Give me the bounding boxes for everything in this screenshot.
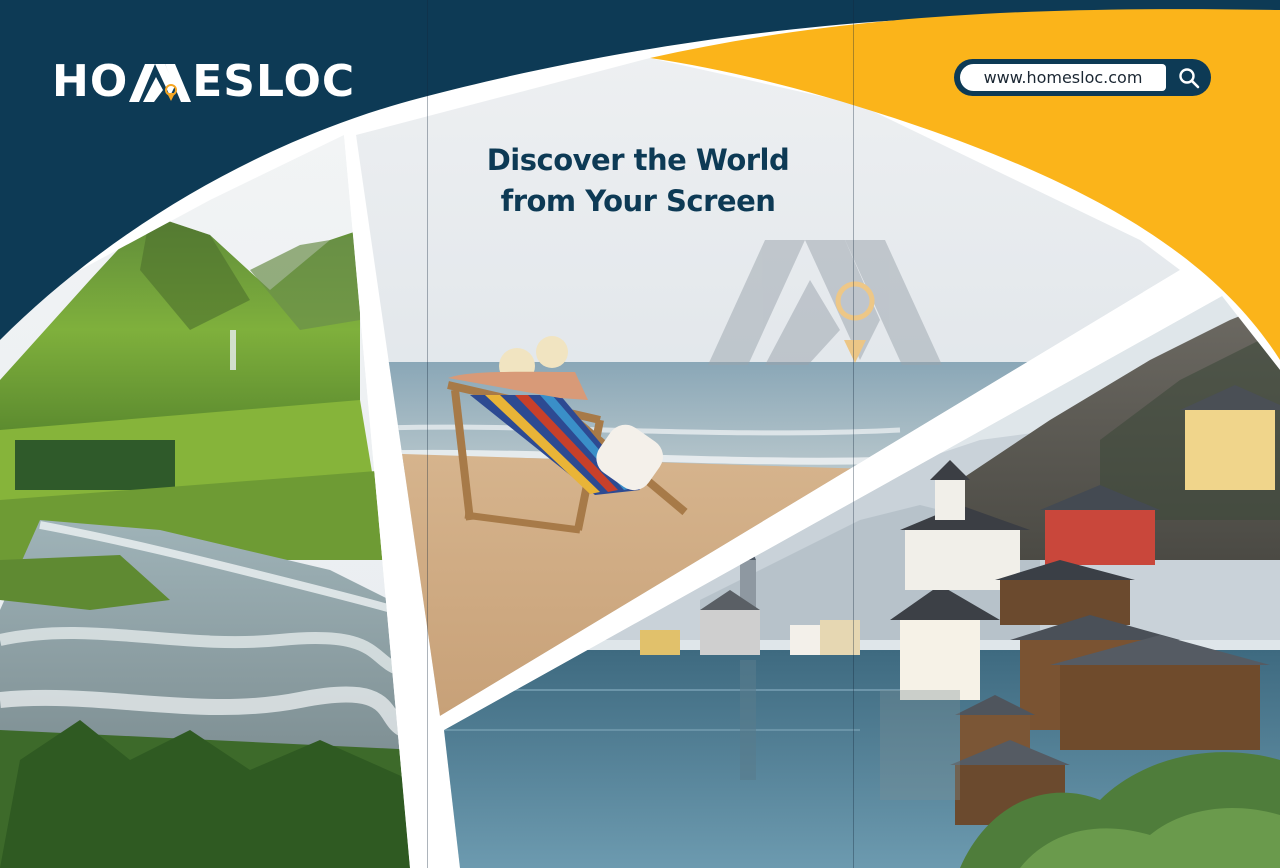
logo-text-prefix: HO: [52, 56, 129, 107]
logo-text-suffix: ESLOC: [192, 56, 356, 107]
fold-line-right: [853, 0, 854, 868]
headline: Discover the World from Your Screen: [440, 140, 836, 222]
homesloc-logo[interactable]: HO ESLOC: [52, 58, 355, 106]
logo-m-pin-icon: [129, 64, 192, 102]
url-text[interactable]: www.homesloc.com: [960, 64, 1166, 91]
headline-line-2: from Your Screen: [500, 184, 776, 218]
search-icon[interactable]: [1177, 66, 1201, 90]
brochure-spread: HO ESLOC www.homesloc.com Discover the W…: [0, 0, 1280, 868]
url-search-bar[interactable]: www.homesloc.com: [954, 59, 1211, 96]
headline-line-1: Discover the World: [486, 143, 790, 177]
fold-line-left: [427, 0, 428, 868]
